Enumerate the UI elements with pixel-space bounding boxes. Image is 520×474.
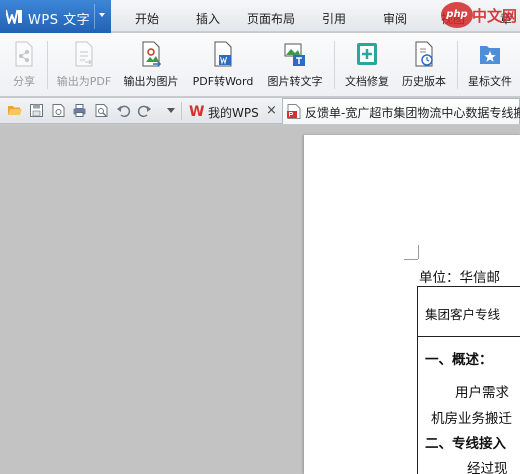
tab-my-wps[interactable]: W 我的WPS × [185,99,282,123]
tab-insert[interactable]: 插入 [196,10,220,27]
share-icon [15,41,33,67]
ribbon-toolbar: 分享 输出为PDF 输出为图片 PDF转Word 图片转文字 文档修复 历史版本… [0,33,520,97]
image-to-text-button-label: 图片转文字 [267,75,323,88]
margin-crop-mark [404,259,418,260]
site-watermark: php 中文网 [441,2,520,28]
print-preview-icon[interactable] [94,103,109,118]
pdf-document-icon [287,104,301,119]
export-image-button-label: 输出为图片 [123,75,179,88]
star-file-button[interactable]: 星标文件 [463,38,517,92]
doc-table-header: 集团客户专线 [425,307,501,322]
document-repair-button[interactable]: 文档修复 [340,38,394,92]
pdf-to-word-button[interactable]: PDF转Word [188,38,258,92]
image-to-text-button[interactable]: 图片转文字 [262,38,328,92]
menu-bar: WPS 文字 开始 插入 页面布局 引用 审阅 视图 章 php 中文网 [0,0,520,33]
customize-toolbar-dropdown-icon[interactable] [167,108,175,113]
document-workspace[interactable]: 单位：华信邮 集团客户专线 一、概述： 用户需求 机房业务搬迁 二、专线接入 经… [0,125,520,474]
print-icon[interactable] [72,103,87,118]
save-icon[interactable] [29,103,44,118]
image-to-text-icon [284,43,305,66]
toolbar-divider [181,102,182,120]
document-page[interactable]: 单位：华信邮 集团客户专线 一、概述： 用户需求 机房业务搬迁 二、专线接入 经… [304,135,520,474]
document-repair-button-label: 文档修复 [345,75,389,88]
tab-review[interactable]: 审阅 [383,10,407,27]
open-folder-icon[interactable] [7,103,22,118]
tab-page-layout[interactable]: 页面布局 [247,10,295,27]
wps-writer-logo-icon [6,9,22,24]
tab-active-document-label: 反馈单-宽广超市集团物流中心数据专线搬 [305,106,520,120]
margin-crop-mark [418,245,419,259]
wps-logo-icon: W [189,104,205,120]
star-file-button-label: 星标文件 [468,75,512,88]
export-image-icon [142,41,162,67]
share-button-label: 分享 [13,75,35,88]
export-pdf-button-label: 输出为PDF [56,75,112,88]
doc-table-row-divider [417,336,520,337]
tab-my-wps-label: 我的WPS [208,106,259,120]
redo-icon[interactable] [137,103,152,118]
doc-unit-line: 单位：华信邮 [419,270,500,286]
app-button-divider [94,4,95,29]
tab-start[interactable]: 开始 [135,10,159,27]
watermark-php-badge: php [441,2,473,28]
app-menu-button[interactable]: WPS 文字 [0,0,111,33]
ribbon-divider [334,41,335,89]
document-repair-icon [357,43,377,65]
tab-active-document[interactable]: 反馈单-宽广超市集团物流中心数据专线搬 [282,98,520,124]
history-version-icon [415,41,433,67]
save-as-icon[interactable] [51,103,66,118]
doc-section1-title: 一、概述： [425,352,493,368]
export-image-button[interactable]: 输出为图片 [120,38,182,92]
export-pdf-button[interactable]: 输出为PDF [53,38,115,92]
undo-icon[interactable] [116,103,131,118]
star-file-icon [480,46,500,64]
tab-references[interactable]: 引用 [322,10,346,27]
quick-access-and-tab-bar: W 我的WPS × 反馈单-宽广超市集团物流中心数据专线搬 [0,98,520,124]
history-version-button-label: 历史版本 [402,75,446,88]
close-tab-icon[interactable]: × [266,103,277,118]
doc-section1-line2: 机房业务搬迁 [431,411,512,427]
watermark-text: 中文网 [472,7,518,25]
share-button[interactable]: 分享 [6,38,42,92]
app-title: WPS 文字 [28,13,91,28]
app-dropdown-arrow-icon[interactable] [99,13,105,17]
doc-section2-line1: 经过现 [467,461,508,474]
history-version-button[interactable]: 历史版本 [397,38,451,92]
pdf-to-word-button-label: PDF转Word [192,75,254,88]
pdf-to-word-icon [214,41,232,67]
ribbon-divider [47,41,48,89]
export-pdf-icon [75,41,93,67]
doc-section2-title: 二、专线接入 [425,436,506,452]
doc-section1-line1: 用户需求 [455,385,509,401]
ribbon-divider [457,41,458,89]
